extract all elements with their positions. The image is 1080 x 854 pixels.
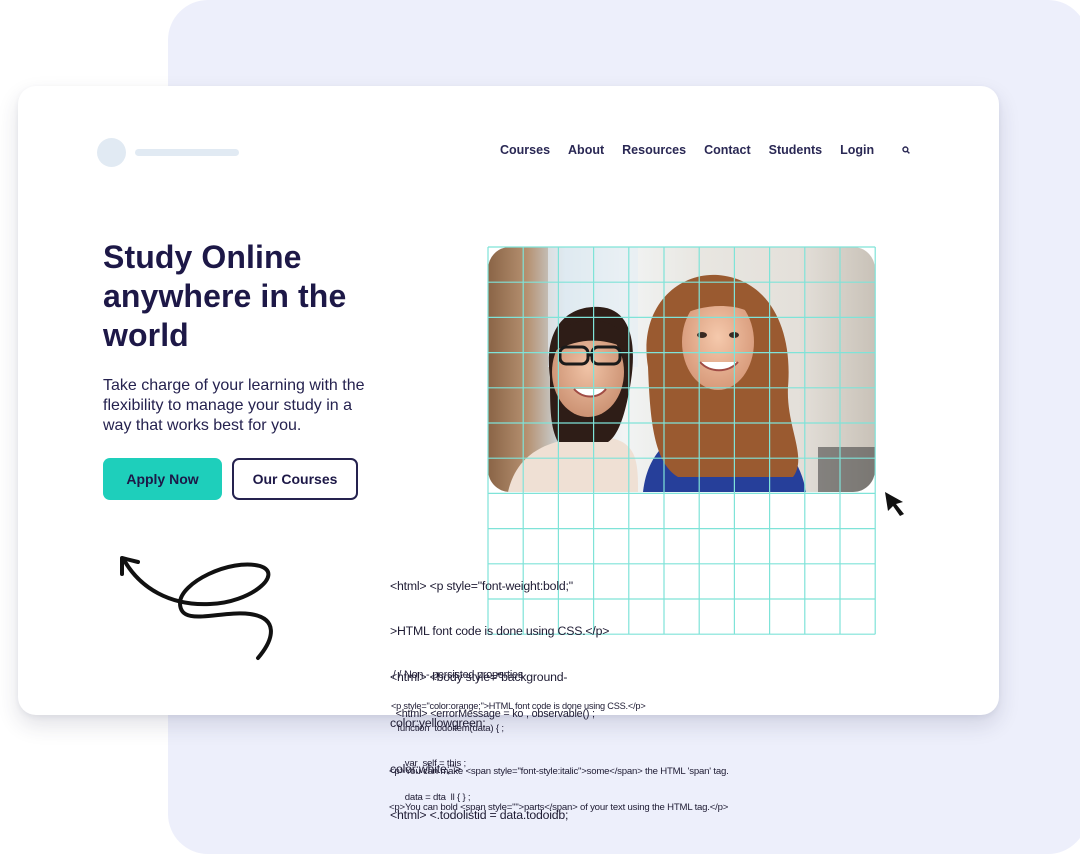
hero-title-line: world — [103, 317, 189, 353]
logo-placeholder-bar — [135, 149, 239, 156]
code-line: <html> <p style="font-weight:bold;" — [390, 578, 573, 593]
code-snippet: <p>You can make <span style="font-style:… — [389, 742, 729, 826]
hero-image — [488, 247, 875, 492]
code-line: <p>You can bold <span style="">parts</sp… — [389, 802, 729, 813]
hero-subtitle-line: flexibility to manage your study in a — [103, 397, 353, 414]
code-line: >HTML font code is done using CSS.</p> — [390, 624, 610, 639]
students-photo-illustration — [488, 247, 875, 492]
mouse-pointer-icon — [885, 492, 904, 516]
hero-subtitle-line: Take charge of your learning with the — [103, 377, 365, 394]
code-line: function todoitem(data) { ; — [390, 723, 504, 734]
nav-item-about[interactable]: About — [568, 143, 604, 157]
logo-placeholder-circle[interactable] — [97, 138, 126, 167]
nav-item-contact[interactable]: Contact — [704, 143, 751, 157]
curly-arrow-doodle — [120, 556, 273, 660]
hero-title-line: anywhere in the — [103, 278, 347, 314]
nav-item-resources[interactable]: Resources — [622, 143, 686, 157]
nav-item-students[interactable]: Students — [769, 143, 822, 157]
hero-subtitle-line: way that works best for you. — [103, 417, 302, 434]
search-icon[interactable] — [902, 146, 911, 154]
hero-subtitle: Take charge of your learning with the fl… — [103, 376, 403, 436]
main-nav: Courses About Resources Contact Students… — [500, 142, 911, 158]
nav-item-courses[interactable]: Courses — [500, 143, 550, 157]
nav-item-login[interactable]: Login — [840, 143, 874, 157]
code-line: <p>You can make <span style="font-style:… — [389, 766, 729, 777]
our-courses-button[interactable]: Our Courses — [232, 458, 358, 500]
hero-title: Study Online anywhere in the world — [103, 238, 433, 355]
hero-title-line: Study Online — [103, 239, 302, 275]
apply-now-button[interactable]: Apply Now — [103, 458, 222, 500]
